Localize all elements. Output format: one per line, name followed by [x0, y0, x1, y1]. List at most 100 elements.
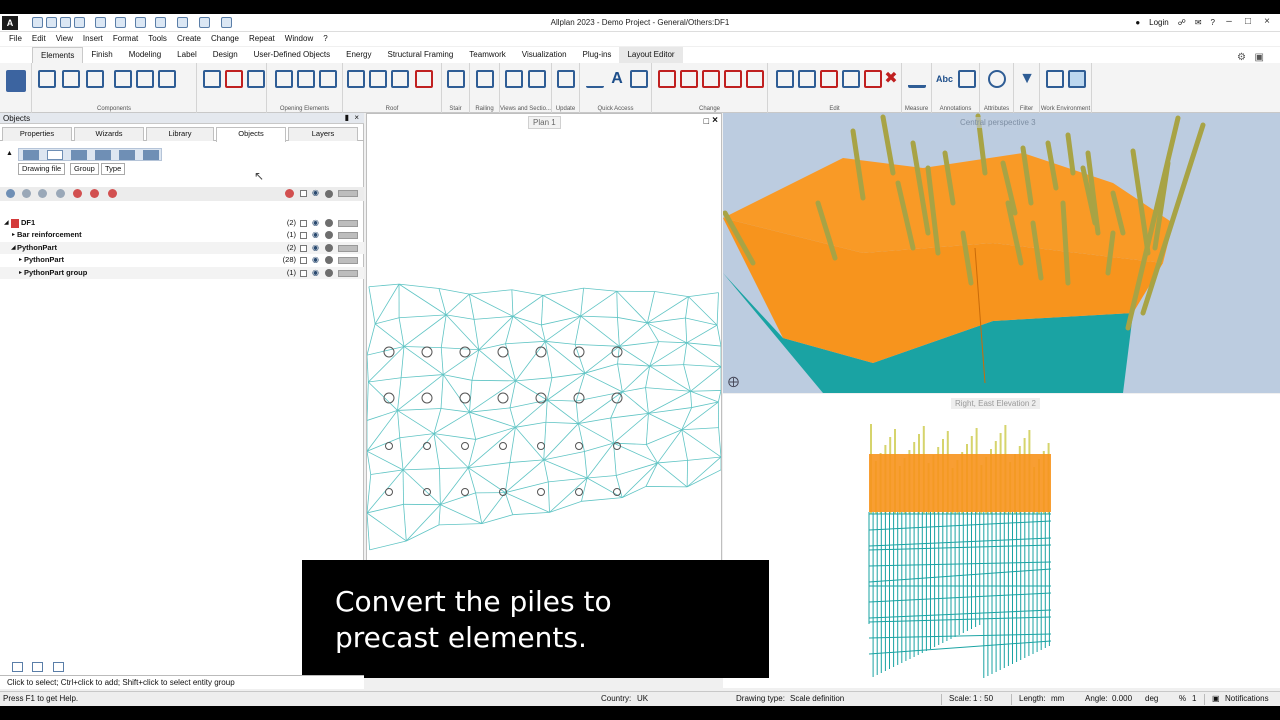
login-button[interactable]: Login [1149, 18, 1169, 27]
update-icon[interactable] [557, 70, 575, 88]
tab-layout-editor[interactable]: Layout Editor [619, 47, 683, 63]
angle-unit[interactable]: deg [1145, 692, 1158, 706]
close-button[interactable]: × [1262, 17, 1272, 27]
modify-icon[interactable] [658, 70, 676, 88]
tab-user-defined-objects[interactable]: User-Defined Objects [246, 47, 338, 63]
expand-arrow-icon[interactable]: ▸ [19, 267, 22, 279]
list-view-icon[interactable] [95, 150, 111, 160]
expand-arrow-icon[interactable]: ◢ [11, 242, 16, 254]
menu-edit[interactable]: Edit [27, 32, 51, 46]
slab-icon[interactable] [62, 70, 80, 88]
drawing-type-value[interactable]: Scale definition [790, 692, 844, 706]
grid-icon[interactable] [158, 70, 176, 88]
door-element-icon[interactable] [319, 70, 337, 88]
tag-view-icon[interactable] [143, 150, 159, 160]
tab-energy[interactable]: Energy [338, 47, 379, 63]
filter-type-button[interactable]: Type [101, 163, 126, 175]
invert-icon[interactable] [38, 189, 47, 198]
roof-plane-icon[interactable] [369, 70, 387, 88]
beam-icon[interactable] [114, 70, 132, 88]
freeze-icon[interactable] [90, 189, 99, 198]
menu-view[interactable]: View [51, 32, 78, 46]
wall-icon[interactable] [38, 70, 56, 88]
notifications-button[interactable]: Notifications [1225, 692, 1269, 706]
scale-icon[interactable] [864, 70, 882, 88]
copy-icon[interactable] [776, 70, 794, 88]
expand-arrow-icon[interactable]: ▸ [12, 229, 15, 241]
type-view-icon[interactable] [71, 150, 87, 160]
tree-row-bar-reinforcement[interactable]: ▸ Bar reinforcement (1) ◉ [0, 229, 364, 241]
perspective-viewport[interactable]: Central perspective 3 ⨁ [723, 113, 1280, 393]
layer-icon[interactable] [338, 245, 358, 252]
import-icon[interactable] [32, 662, 43, 672]
tree-row-pythonpart-child[interactable]: ▸ PythonPart (28) ◉ [0, 254, 364, 266]
help-icon[interactable]: ? [1211, 18, 1215, 27]
drawing-file-view-icon[interactable] [23, 150, 39, 160]
view-icon[interactable] [505, 70, 523, 88]
attributes-icon[interactable] [988, 70, 1006, 88]
color-icon[interactable] [325, 219, 333, 227]
trim-icon[interactable] [680, 70, 698, 88]
color-header-icon[interactable] [325, 190, 333, 198]
roof-covering-icon[interactable] [391, 70, 409, 88]
group-view-icon[interactable] [47, 150, 63, 160]
tab-label[interactable]: Label [169, 47, 205, 63]
expand-arrow-icon[interactable]: ◢ [4, 217, 9, 229]
stair-icon[interactable] [447, 70, 465, 88]
text-icon[interactable]: A [608, 70, 626, 88]
panel-close-icon[interactable]: × [354, 113, 359, 122]
railing-icon[interactable] [476, 70, 494, 88]
menu-window[interactable]: Window [280, 32, 318, 46]
measure-icon[interactable] [908, 70, 926, 88]
layer-icon[interactable] [338, 220, 358, 227]
settings-icon[interactable] [53, 662, 64, 672]
window-opening-icon[interactable] [203, 70, 221, 88]
layer-icon[interactable] [338, 257, 358, 264]
tab-plug-ins[interactable]: Plug-ins [575, 47, 620, 63]
select-checkbox[interactable] [300, 220, 307, 227]
filter-group-button[interactable]: Group [70, 163, 99, 175]
tree-row-df1[interactable]: ◢ DF1 (2) ◉ [0, 217, 364, 229]
minimize-button[interactable]: – [1224, 17, 1234, 27]
tab-modeling[interactable]: Modeling [121, 47, 169, 63]
tree-row-pythonpart-group[interactable]: ▸ PythonPart group (1) ◉ [0, 267, 364, 279]
plan-viewport[interactable]: Plan 1 □ × [366, 113, 722, 561]
expand-arrow-icon[interactable]: ▸ [19, 254, 22, 266]
eye-icon[interactable]: ◉ [312, 267, 319, 279]
mail-icon[interactable]: ✉ [1195, 18, 1202, 27]
filter-drawing-file-button[interactable]: Drawing file [18, 163, 66, 175]
roof-icon[interactable] [347, 70, 365, 88]
notifications-icon[interactable]: ▣ [1212, 692, 1220, 706]
menu-help[interactable]: ? [318, 32, 332, 46]
menu-insert[interactable]: Insert [78, 32, 108, 46]
structure-view-icon[interactable] [119, 150, 135, 160]
user-icon[interactable]: ● [1135, 18, 1140, 27]
tab-visualization[interactable]: Visualization [514, 47, 575, 63]
filter-icon[interactable]: ▼ [1018, 70, 1036, 88]
line-icon[interactable] [586, 70, 604, 88]
menu-create[interactable]: Create [172, 32, 206, 46]
tab-design[interactable]: Design [205, 47, 246, 63]
layer-header-icon[interactable] [338, 190, 358, 197]
select-checkbox[interactable] [300, 245, 307, 252]
menu-format[interactable]: Format [108, 32, 143, 46]
elevation-viewport[interactable]: Right, East Elevation 2 [723, 394, 1280, 688]
select-checkbox[interactable] [300, 257, 307, 264]
library-icon[interactable] [6, 70, 26, 92]
select-checkbox-header[interactable] [300, 190, 307, 197]
pin-icon[interactable]: ▮ [345, 113, 349, 122]
color-icon[interactable] [325, 231, 333, 239]
lock-icon[interactable] [108, 189, 117, 198]
navigation-icon[interactable]: ⨁ [728, 375, 739, 388]
eye-header-icon[interactable]: ◉ [312, 188, 319, 197]
tab-library[interactable]: Library [146, 127, 214, 141]
tree-row-pythonpart[interactable]: ◢ PythonPart (2) ◉ [0, 242, 364, 254]
menu-change[interactable]: Change [206, 32, 244, 46]
tab-properties[interactable]: Properties [2, 127, 72, 141]
menu-repeat[interactable]: Repeat [244, 32, 280, 46]
menu-tools[interactable]: Tools [143, 32, 172, 46]
delete-icon[interactable]: ✖ [882, 70, 900, 88]
tab-structural-framing[interactable]: Structural Framing [380, 47, 462, 63]
select-checkbox[interactable] [300, 270, 307, 277]
work-environment-icon[interactable] [1068, 70, 1086, 88]
